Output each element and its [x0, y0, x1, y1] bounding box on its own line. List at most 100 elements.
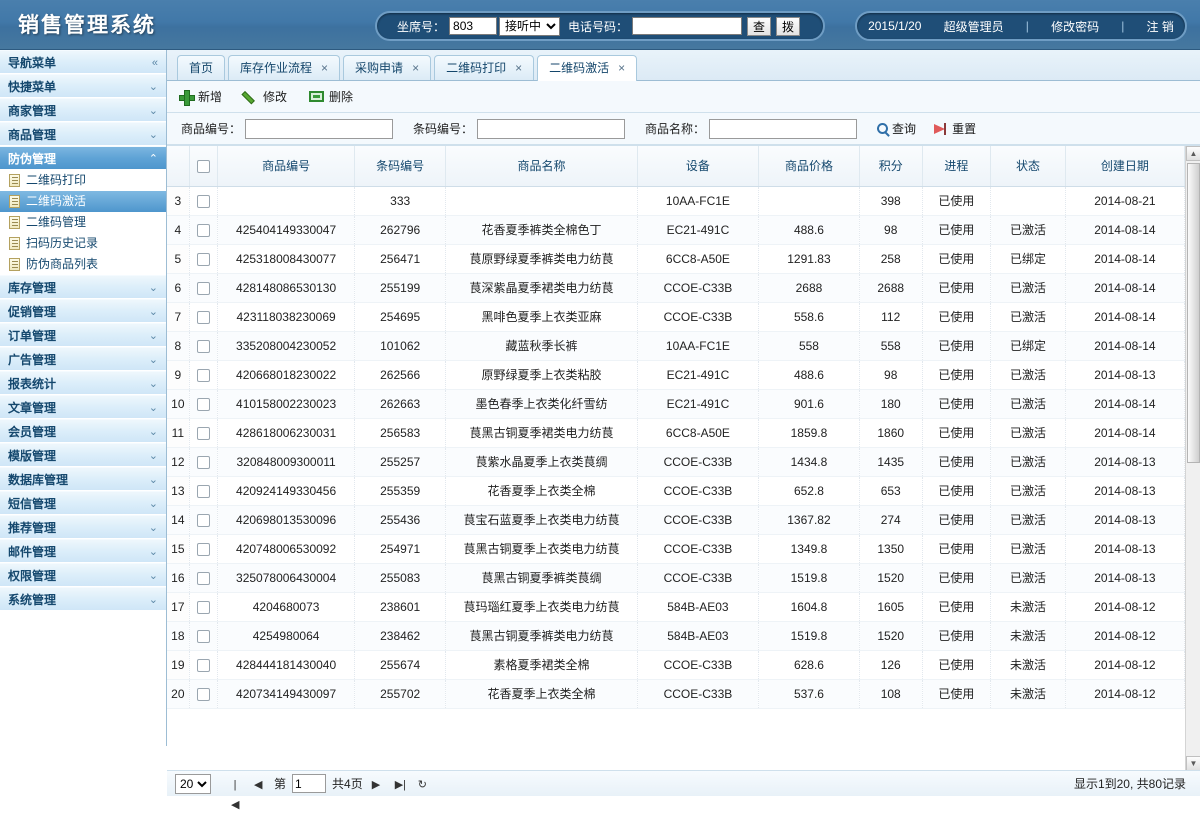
scroll-down-arrow-icon[interactable]: ▼ — [1186, 756, 1200, 771]
page-size-select[interactable]: 10203050 — [175, 773, 211, 794]
grid-header-checkbox-cell[interactable] — [189, 146, 218, 187]
chevron-down-icon[interactable]: ⌄ — [149, 492, 158, 516]
prev-page-button[interactable]: ◀ — [248, 774, 268, 794]
edit-button[interactable]: 修改 — [244, 88, 287, 105]
chevron-down-icon[interactable]: ⌄ — [149, 444, 158, 468]
refresh-button[interactable]: ↻ — [412, 774, 432, 794]
sidebar-item-4-4[interactable]: 防伪商品列表 — [0, 254, 166, 275]
table-row[interactable]: 15 420748006530092 254971 茛黑古铜夏季上衣类电力纺茛 CCOE… — [167, 534, 1186, 564]
sidebar-group-3[interactable]: 商品管理 ⌄ — [0, 122, 166, 146]
table-row[interactable]: 3 333 10AA-FC1E 398 已使用 2014-08-21 — [167, 186, 1186, 216]
grid-header-created[interactable]: 创建日期 — [1065, 146, 1186, 187]
row-checkbox[interactable] — [196, 455, 210, 469]
close-icon[interactable]: × — [515, 56, 522, 80]
table-row[interactable]: 16 325078006430004 255083 茛黑古铜夏季裤类茛绸 CCOE-C3… — [167, 563, 1186, 593]
reset-button[interactable]: 重置 — [934, 120, 976, 137]
tab-0[interactable]: 首页 — [177, 55, 226, 80]
row-checkbox-cell[interactable] — [189, 563, 218, 593]
chevron-down-icon[interactable]: ⌄ — [149, 516, 158, 540]
row-checkbox-cell[interactable] — [189, 679, 218, 709]
sidebar-group-18[interactable]: 系统管理 ⌄ — [0, 587, 166, 611]
row-checkbox-cell[interactable] — [189, 244, 218, 274]
table-row[interactable]: 20 420734149430097 255702 花香夏季上衣类全棉 CCOE-C33… — [167, 679, 1186, 709]
row-checkbox[interactable] — [196, 310, 210, 324]
sidebar-group-9[interactable]: 报表统计 ⌄ — [0, 371, 166, 395]
logout-link[interactable]: 注 销 — [1147, 18, 1174, 35]
row-checkbox-cell[interactable] — [189, 273, 218, 303]
last-page-button[interactable]: ▶| — [389, 774, 409, 794]
chevron-down-icon[interactable]: ⌄ — [149, 276, 158, 300]
row-checkbox-cell[interactable] — [189, 389, 218, 419]
table-row[interactable]: 5 425318008430077 256471 茛原野绿夏季裤类电力纺茛 6CC8-A… — [167, 244, 1186, 274]
chevron-down-icon[interactable]: ⌄ — [149, 396, 158, 420]
row-checkbox[interactable] — [196, 223, 210, 237]
chevron-down-icon[interactable]: ⌄ — [149, 372, 158, 396]
grid-header-price[interactable]: 商品价格 — [758, 146, 860, 187]
page-number-input[interactable] — [292, 774, 327, 793]
sidebar-group-5[interactable]: 库存管理 ⌄ — [0, 275, 166, 299]
row-checkbox[interactable] — [196, 281, 210, 295]
chevron-down-icon[interactable]: ⌄ — [149, 420, 158, 444]
table-row[interactable]: 12 320848009300011 255257 茛紫水晶夏季上衣类茛绸 CCOE-C… — [167, 447, 1186, 477]
row-checkbox-cell[interactable] — [189, 331, 218, 361]
query-button[interactable]: 查询 — [877, 120, 916, 137]
sidebar-group-16[interactable]: 邮件管理 ⌄ — [0, 539, 166, 563]
row-checkbox[interactable] — [196, 600, 210, 614]
sidebar-group-14[interactable]: 短信管理 ⌄ — [0, 491, 166, 515]
tab-3[interactable]: 二维码打印 × — [434, 55, 535, 80]
table-row[interactable]: 14 420698013530096 255436 茛宝石蓝夏季上衣类电力纺茛 CCOE… — [167, 505, 1186, 535]
chevron-up-icon[interactable]: ⌃ — [149, 147, 158, 171]
row-checkbox-cell[interactable] — [189, 650, 218, 680]
close-icon[interactable]: × — [321, 56, 328, 80]
sidebar-item-4-0[interactable]: 二维码打印 — [0, 170, 166, 191]
row-checkbox-cell[interactable] — [189, 592, 218, 622]
first-page-button[interactable]: |◀ — [225, 774, 245, 811]
chevron-down-icon[interactable]: ⌄ — [149, 75, 158, 99]
add-button[interactable]: 新增 — [179, 88, 222, 106]
grid-header-product-no[interactable]: 商品编号 — [217, 146, 356, 187]
row-checkbox[interactable] — [196, 368, 210, 382]
grid-header-device[interactable]: 设备 — [637, 146, 759, 187]
table-row[interactable]: 13 420924149330456 255359 花香夏季上衣类全棉 CCOE-C33… — [167, 476, 1186, 506]
sidebar-group-17[interactable]: 权限管理 ⌄ — [0, 563, 166, 587]
product-name-input[interactable] — [709, 118, 858, 139]
row-checkbox[interactable] — [196, 658, 210, 672]
sidebar-group-4[interactable]: 防伪管理 ⌃ — [0, 146, 166, 170]
grid-header-process[interactable]: 进程 — [922, 146, 992, 187]
sidebar-group-12[interactable]: 模版管理 ⌄ — [0, 443, 166, 467]
table-row[interactable]: 18 4254980064 238462 茛黑古铜夏季裤类电力纺茛 584B-AE03 1… — [167, 621, 1186, 651]
row-checkbox-cell[interactable] — [189, 534, 218, 564]
row-checkbox[interactable] — [196, 513, 210, 527]
barcode-input[interactable] — [477, 118, 626, 139]
close-icon[interactable]: × — [412, 56, 419, 80]
table-row[interactable]: 11 428618006230031 256583 茛黑古铜夏季裙类电力纺茛 6CC8-… — [167, 418, 1186, 448]
sidebar-group-10[interactable]: 文章管理 ⌄ — [0, 395, 166, 419]
chevron-down-icon[interactable]: ⌄ — [149, 588, 158, 612]
chevron-double-left-icon[interactable]: « — [152, 51, 158, 75]
table-row[interactable]: 4 425404149330047 262796 花香夏季裤类全棉色丁 EC21-491… — [167, 215, 1186, 245]
table-row[interactable]: 9 420668018230022 262566 原野绿夏季上衣类粘胶 EC21-491… — [167, 360, 1186, 390]
row-checkbox-cell[interactable] — [189, 476, 218, 506]
change-password-link[interactable]: 修改密码 — [1051, 18, 1099, 35]
row-checkbox-cell[interactable] — [189, 360, 218, 390]
row-checkbox[interactable] — [196, 629, 210, 643]
row-checkbox-cell[interactable] — [189, 302, 218, 332]
phone-number-input[interactable] — [632, 17, 743, 35]
sidebar-group-2[interactable]: 商家管理 ⌄ — [0, 98, 166, 122]
table-row[interactable]: 10 410158002230023 262663 墨色春季上衣类化纤雪纺 EC21-4… — [167, 389, 1186, 419]
chevron-down-icon[interactable]: ⌄ — [149, 564, 158, 588]
sidebar-group-1[interactable]: 快捷菜单 ⌄ — [0, 74, 166, 98]
table-row[interactable]: 6 428148086530130 255199 茛深紫晶夏季裙类电力纺茛 CCOE-C… — [167, 273, 1186, 303]
grid-header-product-name[interactable]: 商品名称 — [445, 146, 638, 187]
sidebar-group-8[interactable]: 广告管理 ⌄ — [0, 347, 166, 371]
row-checkbox-cell[interactable] — [189, 621, 218, 651]
seat-number-input[interactable] — [449, 17, 498, 35]
phone-dial-button[interactable]: 拨 — [776, 16, 801, 36]
row-checkbox[interactable] — [196, 426, 210, 440]
row-checkbox[interactable] — [196, 252, 210, 266]
row-checkbox-cell[interactable] — [189, 505, 218, 535]
sidebar-group-6[interactable]: 促销管理 ⌄ — [0, 299, 166, 323]
call-status-select[interactable]: 接听中 — [499, 16, 561, 36]
row-checkbox-cell[interactable] — [189, 186, 218, 216]
grid-header-barcode[interactable]: 条码编号 — [354, 146, 447, 187]
